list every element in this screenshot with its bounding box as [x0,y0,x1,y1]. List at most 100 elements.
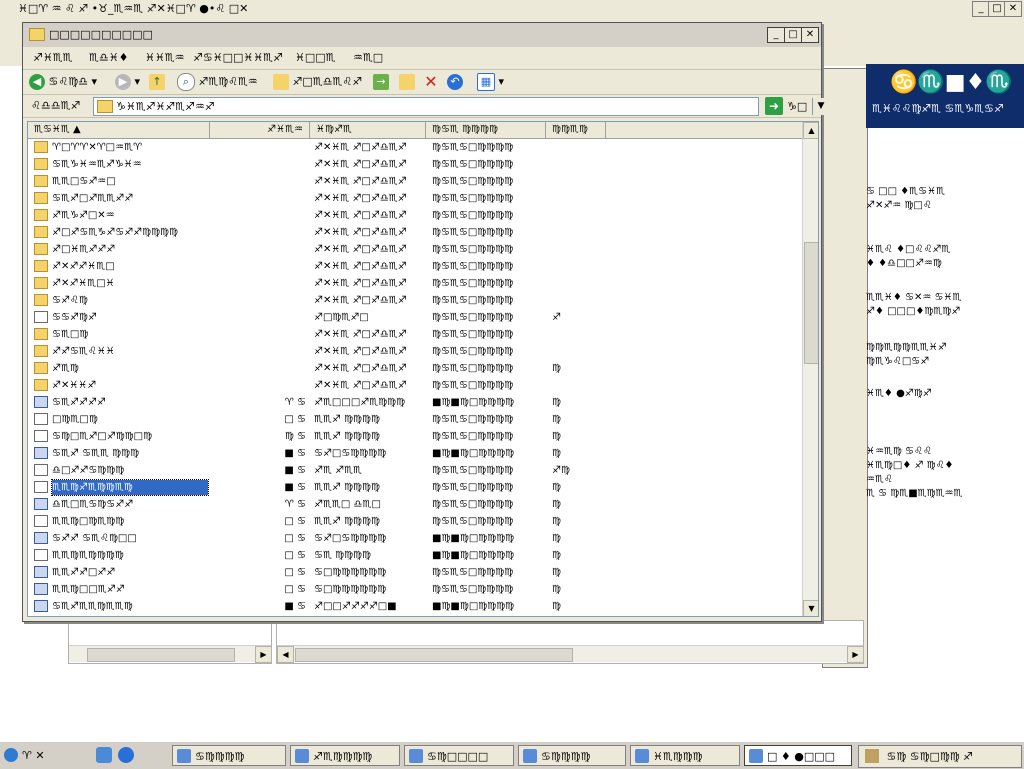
table-row[interactable]: ♋♐♐ ♋♏♌♍□□ □ ♋ ♋♐□♋♍♍♍♍ ■♍■♍□♍♍♍♍ ♍ [28,530,802,547]
right-pane-hscroll[interactable]: ◀ ▶ [277,645,864,663]
list-vertical-scrollbar[interactable]: ▲ ▼ [802,122,818,616]
taskbar-task-button[interactable]: ♐♏♍♍♍♍ [290,745,400,766]
column-header-attributes[interactable]: ♍♍♏♍ [546,122,606,138]
views-button[interactable]: ▦ ▾ [477,73,504,91]
table-row[interactable]: ♋♏♐♐♐♐ ♈ ♋ ♐♏□□□♐♏♍♍♍ ■♍■♍□♍♍♍♍ ♍ [28,394,802,411]
right-pane-hscroll-thumb[interactable] [295,648,573,662]
up-folder-button[interactable]: ↑ [149,73,165,91]
undo-button[interactable]: ↶ [447,73,463,91]
forward-button[interactable]: ▶ ▾ [115,73,140,91]
file-type: ♐✕♓♏ ♐□♐♎♏♐ [314,346,407,357]
menu-edit[interactable]: ♏♎♓♦ [89,51,128,64]
background-close-button[interactable]: ✕ [1004,1,1022,17]
file-attributes [552,242,612,257]
left-pane-scroll-right[interactable]: ▶ [255,646,272,663]
file-name: ♎♏□♏♋♍♋♐♐ [52,499,134,510]
delete-button[interactable]: ✕ [423,73,439,91]
search-button[interactable]: ⌕ ♐♏♍♌♏♒ [177,73,258,91]
left-pane-hscroll-thumb[interactable] [87,648,235,662]
table-row[interactable]: ♏♏♍□□♏♐♐ □ ♋ ♋□♍♍♍♍♍♍ ♍♋♏♋□♍♍♍♍ ♍ [28,581,802,598]
quicklaunch-desktop-icon[interactable] [96,747,112,763]
table-row[interactable]: ♐♏♑♐□✕♒ ♐✕♓♏ ♐□♐♎♏♐ ♍♋♏♋□♍♍♍♍ [28,207,802,224]
table-row[interactable]: ♏♏□♋♐♒□ ♐✕♓♏ ♐□♐♎♏♐ ♍♋♏♋□♍♍♍♍ [28,173,802,190]
file-name: ♏♏♍□♍♏♍♍ [52,516,125,527]
column-header-name[interactable]: ♏♋♓♏ ▲ [28,122,210,138]
go-arrow-icon[interactable]: ➜ [765,97,783,115]
scroll-thumb[interactable] [804,242,818,364]
move-to-button[interactable]: → [373,73,389,91]
file-attributes: ♍ [552,550,561,561]
table-row[interactable]: ♋♍□♏♐□♐♍♍□♍ ♍ ♋ ♏♏♐ ♍♍♍♍ ♍♋♏♋□♍♍♍♍ ♍ [28,428,802,445]
chevron-down-icon: ▾ [498,75,505,88]
right-pane-scroll-right[interactable]: ▶ [847,646,864,663]
menu-file[interactable]: ♐♓♏♏ [33,51,72,64]
menu-view[interactable]: ♓♓♏♒ [145,51,184,64]
explorer-titlebar[interactable]: □□□□□□□□□□ _ □ ✕ [23,23,821,47]
copy-to-button[interactable] [399,73,415,91]
table-row[interactable]: ♎♏□♏♋♍♋♐♐ ♈ ♋ ♐♏♏□ ♎♏□ ♍♋♏♋□♍♍♍♍ ♍ [28,496,802,513]
table-row[interactable]: ♋♏□♍ ♐✕♓♏ ♐□♐♎♏♐ ♍♋♏♋□♍♍♍♍ [28,326,802,343]
tray-app-icon[interactable] [865,749,879,763]
taskbar-task-button[interactable]: ♋♍♍♍♍ [172,745,286,766]
file-name: ♐□♐♋♏♑♐♋♐♐♍♍♍♍ [52,227,178,238]
minimize-button[interactable]: _ [767,27,785,43]
file-date: ♍♋♏♋□♍♍♍♍ [432,414,514,425]
table-row[interactable]: ♐□♓♏♐♐♐ ♐✕♓♏ ♐□♐♎♏♐ ♍♋♏♋□♍♍♍♍ [28,241,802,258]
table-row[interactable]: ♋♏♐□♐♏♏♐♐ ♐✕♓♏ ♐□♐♎♏♐ ♍♋♏♋□♍♍♍♍ [28,190,802,207]
table-row[interactable]: ♐♐♋♏♌♓♓ ♐✕♓♏ ♐□♐♎♏♐ ♍♋♏♋□♍♍♍♍ [28,343,802,360]
close-button[interactable]: ✕ [801,27,819,43]
side-text-line: ♒♏♌ [866,474,893,485]
column-header-size[interactable]: ♐♓♏♒ [210,122,310,138]
table-row[interactable]: ♋♋♐♍♐ ♐□♍♏♐□ ♍♋♏♋□♍♍♍♍ ♐ [28,309,802,326]
table-row[interactable]: ♋♐♌♍ ♐✕♓♏ ♐□♐♎♏♐ ♍♋♏♋□♍♍♍♍ [28,292,802,309]
application-icon [34,532,48,544]
file-list-view[interactable]: ♏♋♓♏ ▲ ♐♓♏♒ ♓♍♐♏ ♍♋♏ ♍♍♍♍ ♍♍♏♍ ♈□♈♈✕♈□♒♏… [27,121,819,617]
address-dropdown-button[interactable]: ▼ [812,98,829,115]
banner-title: ♋♏■♦♏ [890,70,1013,95]
taskbar-task-button[interactable]: □ ♦ ●□□□ [744,745,852,766]
table-row[interactable]: ♏♏♍□♍♏♍♍ □ ♋ ♏♏♐ ♍♍♍♍ ♍♋♏♋□♍♍♍♍ ♍ [28,513,802,530]
table-row[interactable]: ♋♏♐♏♏♍♏♏♍ ■ ♋ ♐□□♐♐♐♐□■ ■♍■♍□♍♍♍♍ ♍ [28,598,802,615]
file-type: ♋♐□♋♍♍♍♍ [314,533,387,544]
menu-favorites[interactable]: ♐♋♓□□♓♓♏♐ [193,51,283,64]
back-button[interactable]: ◀ ♋♌♍♎ ▾ [29,73,97,91]
menu-help[interactable]: ♒♏□ [353,51,383,64]
file-attributes [552,225,612,240]
maximize-button[interactable]: □ [784,27,802,43]
file-attributes [552,259,612,274]
table-row[interactable]: ♐□♐♋♏♑♐♋♐♐♍♍♍♍ ♐✕♓♏ ♐□♐♎♏♐ ♍♋♏♋□♍♍♍♍ [28,224,802,241]
go-button[interactable]: ♑□ [787,100,807,113]
taskbar: ♈ ✕ ♋♍♍♍♍ ♐♏♍♍♍♍ ♋♍□□□□ ♋♍♍♍♍ ♓♏♍♍♍ □ ♦ ●□□□ … [0,741,1024,769]
file-size: ■ ♋ [284,465,306,476]
table-row[interactable]: □♍♏□♍ □ ♋ ♏♏♐ ♍♍♍♍ ♍♋♏♋□♍♍♍♍ ♍ [28,411,802,428]
taskbar-task-button[interactable]: ♓♏♍♍♍ [630,745,740,766]
scroll-down-button[interactable]: ▼ [803,600,818,616]
table-row[interactable]: ♐✕♐♐♓♏□ ♐✕♓♏ ♐□♐♎♏♐ ♍♋♏♋□♍♍♍♍ [28,258,802,275]
table-row[interactable]: ♋♏♐ ♋♏♏ ♍♍♍ ■ ♋ ♋♐□♋♍♍♍♍ ■♍■♍□♍♍♍♍ ♍ [28,445,802,462]
folders-label: ♐□♏♎♏♌♐ [292,75,363,88]
taskbar-task-button[interactable]: ♋♍♍♍♍ [518,745,626,766]
side-text-line: ♓♒♏♍ ♋♌♌ [866,446,932,457]
table-row[interactable]: ♏♏♍♏♍♍♍♍ □ ♋ ♋♏ ♍♍♍♍ ■♍■♍□♍♍♍♍ ♍ [28,547,802,564]
table-row[interactable]: ♏♏♐♐□♐♐ □ ♋ ♋□♍♍♍♍♍♍ ♍♋♏♋□♍♍♍♍ ♍ [28,564,802,581]
taskbar-task-button[interactable]: ♋♍□□□□ [404,745,514,766]
table-row[interactable]: ♈□♈♈✕♈□♒♏♈ ♐✕♓♏ ♐□♐♎♏♐ ♍♋♏♋□♍♍♍♍ [28,139,802,156]
table-row[interactable]: ♎□♐♐♋♍♍♍ ■ ♋ ♐♏ ♐♏♏ ♍♋♏♋□♍♍♍♍ ♐♍ [28,462,802,479]
column-header-date[interactable]: ♍♋♏ ♍♍♍♍ [426,122,546,138]
right-pane-scroll-left[interactable]: ◀ [277,646,294,663]
quicklaunch-browser-icon[interactable] [118,747,134,763]
scroll-up-button[interactable]: ▲ [803,122,818,139]
table-row[interactable]: ♏♏♍♐♏♍♍♏♍ ■ ♋ ♏♏♐ ♍♍♍♍ ♍♋♏♋□♍♍♍♍ ♍ [28,479,802,496]
folders-button[interactable]: ♐□♏♎♏♌♐ [273,73,362,91]
table-row[interactable]: ♐♏♍ ♐✕♓♏ ♐□♐♎♏♐ ♍♋♏♋□♍♍♍♍ ♍ [28,360,802,377]
task-app-icon [635,749,649,763]
table-row[interactable]: ♐✕♐♓♏□♓ ♐✕♓♏ ♐□♐♎♏♐ ♍♋♏♋□♍♍♍♍ [28,275,802,292]
table-row[interactable]: ♐✕♓♓♐ ♐✕♓♏ ♐□♐♎♏♐ ♍♋♏♋□♍♍♍♍ [28,377,802,394]
file-name: ♐♏♑♐□✕♒ [52,210,115,221]
column-header-type[interactable]: ♓♍♐♏ [310,122,426,138]
start-button[interactable]: ♈ ✕ [2,745,80,766]
left-pane-hscroll[interactable]: ▶ [69,645,272,663]
menu-tools[interactable]: ♓□□♏ [295,51,336,64]
address-input[interactable]: ♑♓♏♐♓♐♏♐♒♐ ▼ [93,97,829,116]
table-row[interactable]: ♋♏♑♓♒♏♐♑♓♒ ♐✕♓♏ ♐□♐♎♏♐ ♍♋♏♋□♍♍♍♍ [28,156,802,173]
